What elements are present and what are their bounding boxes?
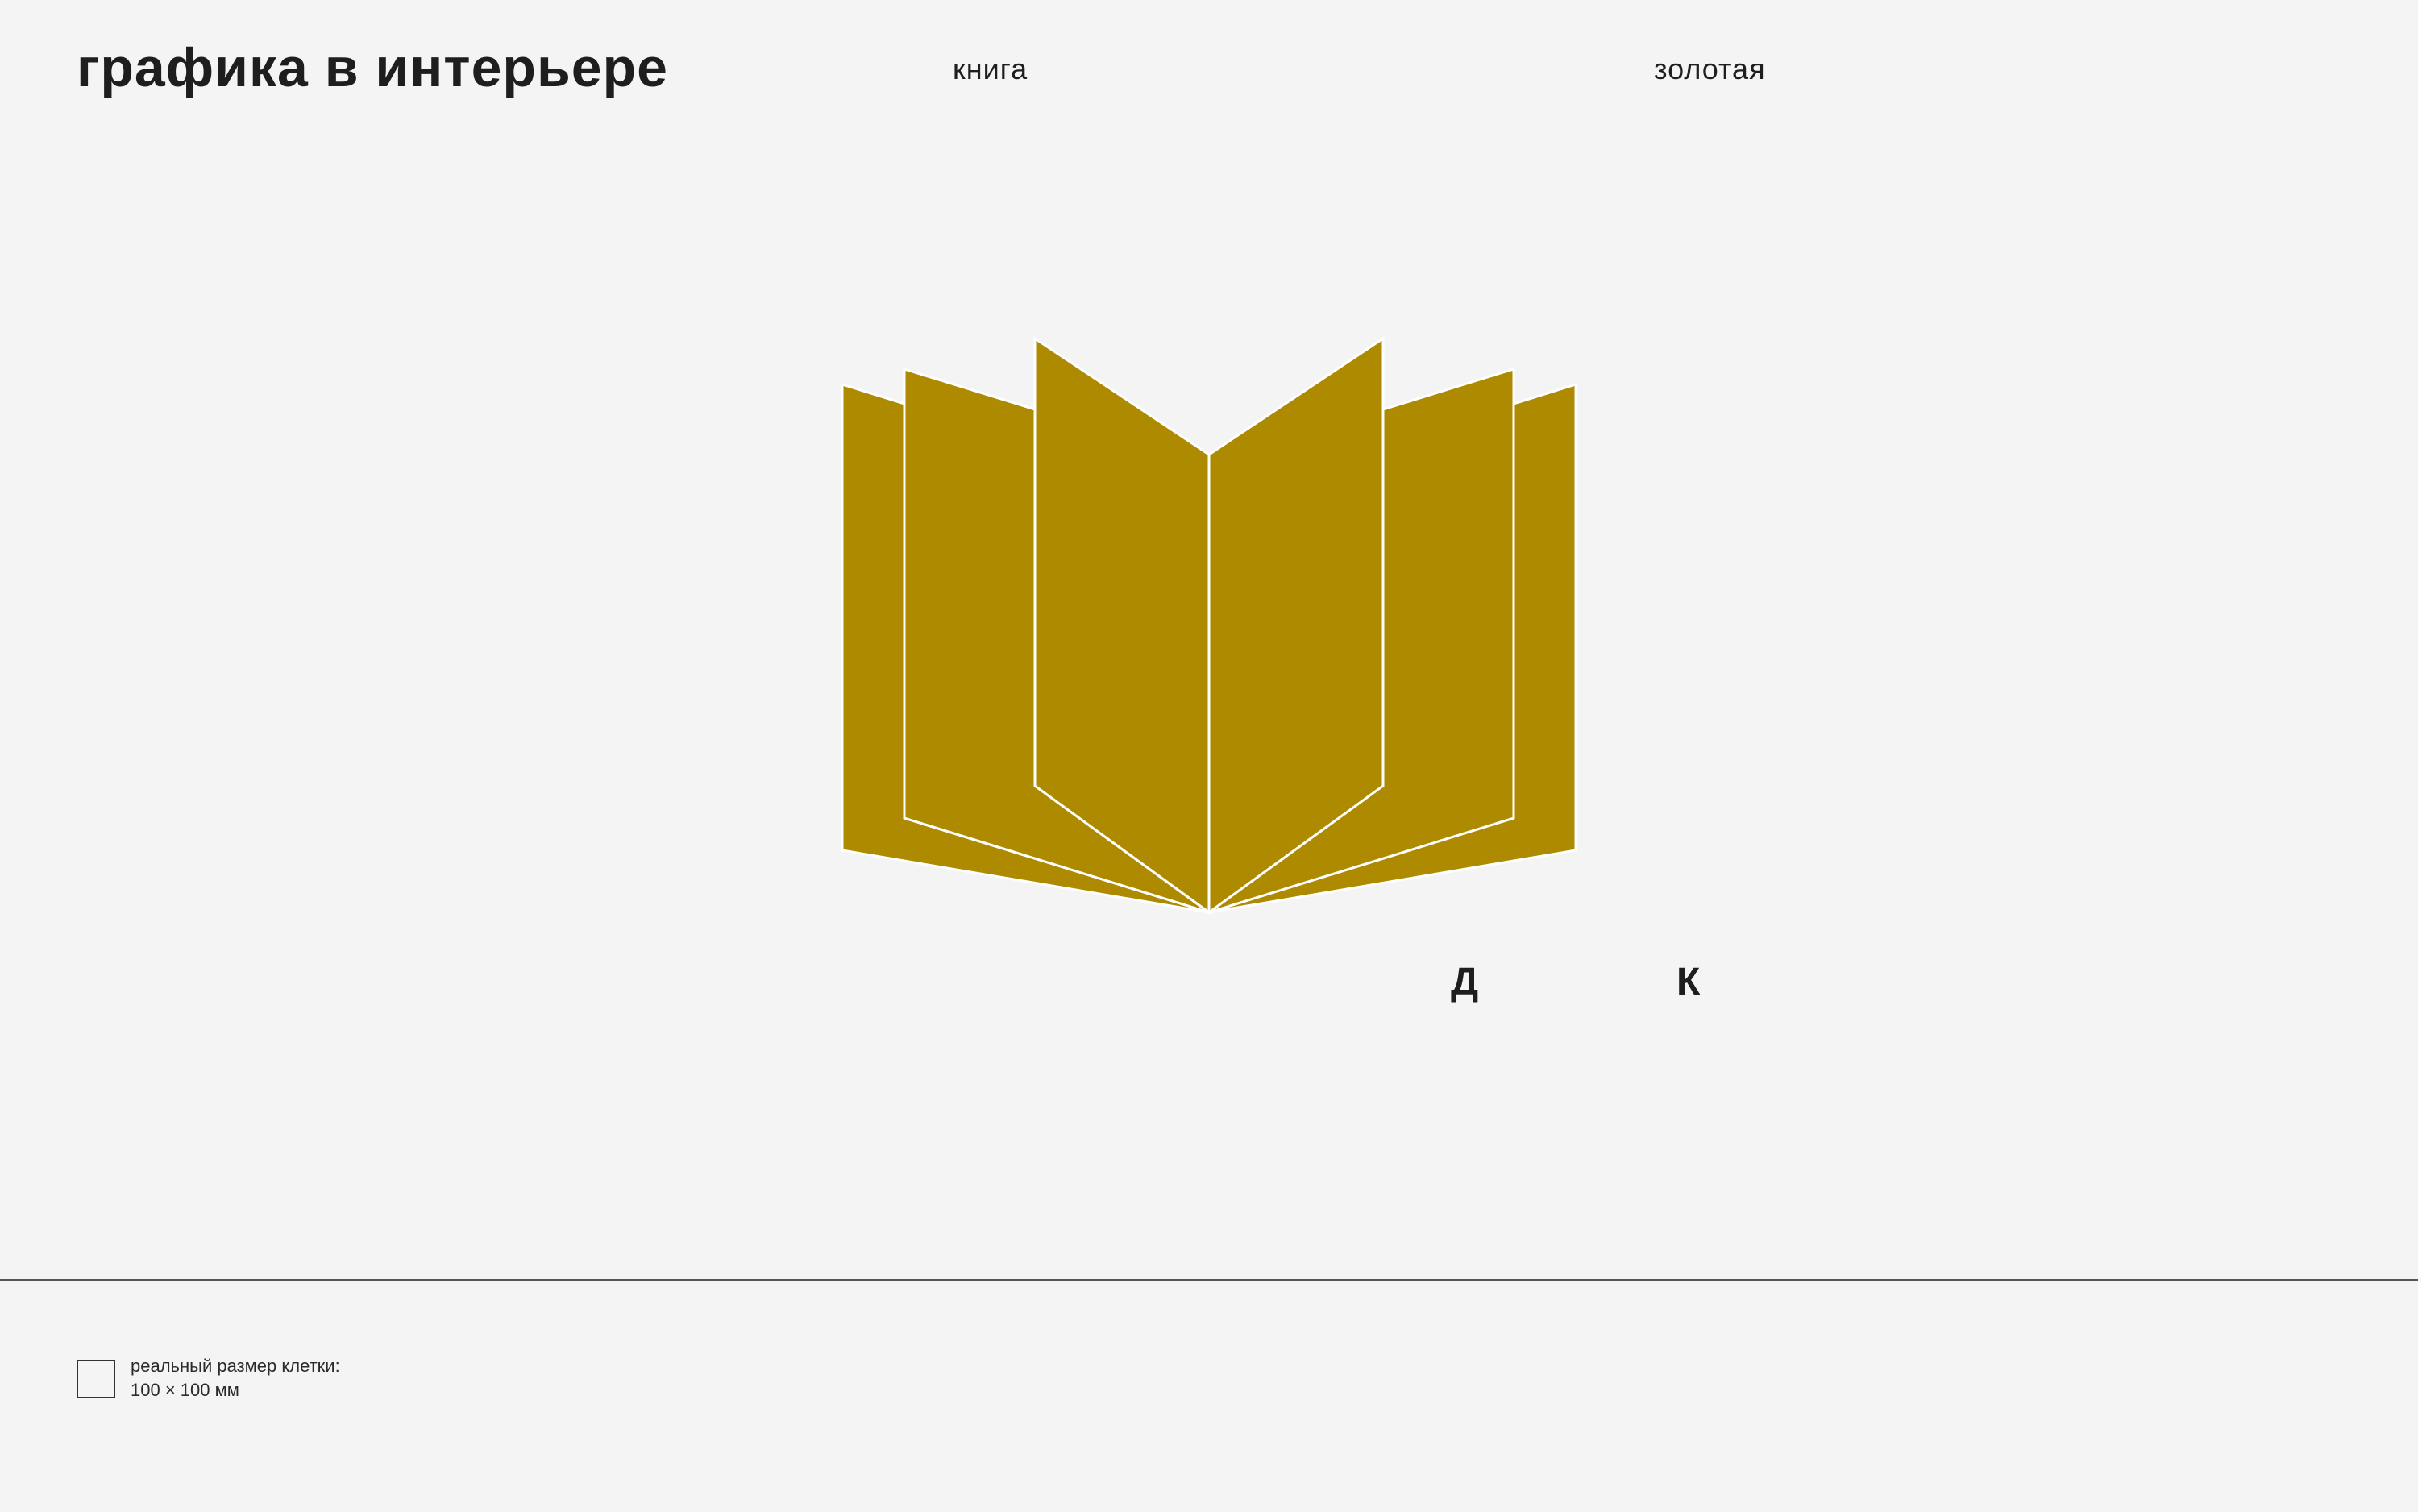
grid-cell-sample xyxy=(77,1360,115,1398)
open-book-icon xyxy=(841,336,1577,915)
book-pages xyxy=(841,336,1577,915)
cell-size-note: реальный размер клетки: 100 × 100 мм xyxy=(131,1354,340,1402)
initial-letter-2: К xyxy=(1676,961,1701,1003)
cell-size-value: 100 × 100 мм xyxy=(131,1380,239,1400)
cell-size-label: реальный размер клетки: xyxy=(131,1356,340,1376)
footer-divider xyxy=(0,1279,2418,1281)
initial-letter-1: Д xyxy=(1451,961,1479,1003)
